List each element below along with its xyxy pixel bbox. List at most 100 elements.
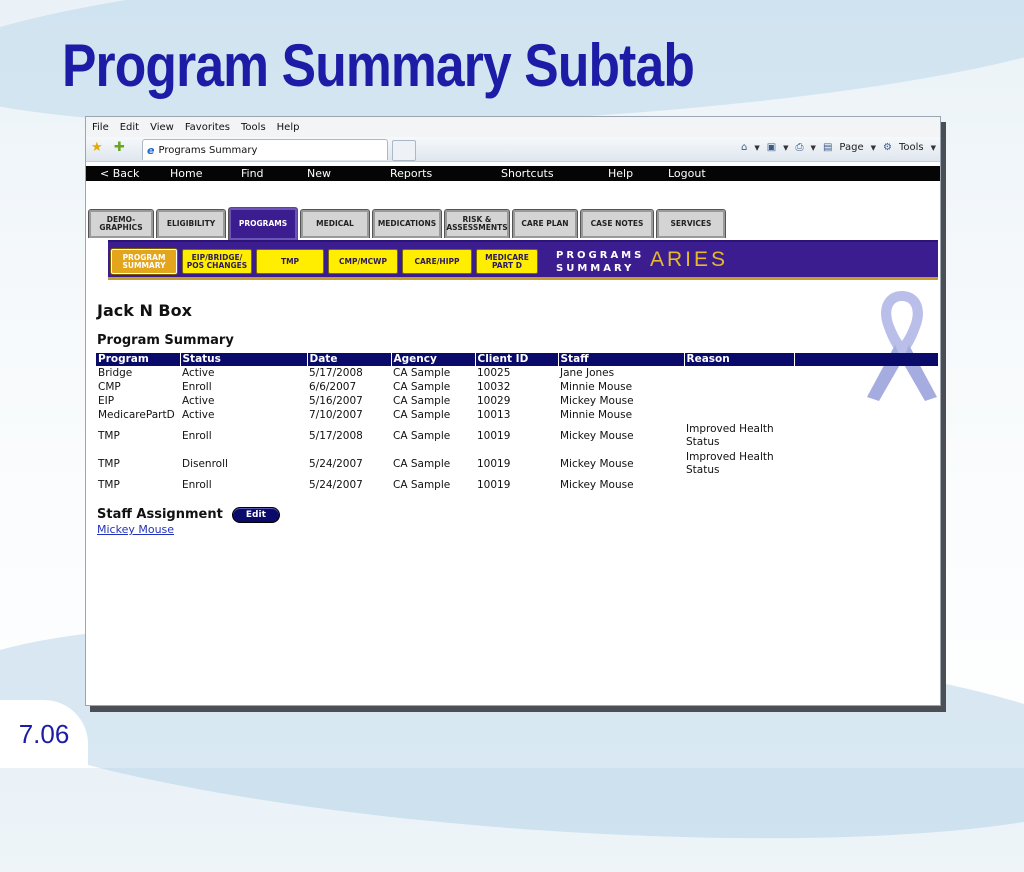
cell-date: 5/16/2007 <box>309 394 363 407</box>
cell-status: Active <box>182 366 215 379</box>
col-client-id: Client ID <box>475 353 559 366</box>
home-icon[interactable]: ⌂ <box>741 142 747 153</box>
tab-care-plan[interactable]: CARE PLAN <box>512 209 578 238</box>
cell-status: Enroll <box>182 429 212 442</box>
page-dropdown-icon[interactable]: ▼ <box>871 144 876 152</box>
subtab-eip-bridge-pos[interactable]: EIP/BRIDGE/POS CHANGES <box>182 249 252 274</box>
subtab-tmp[interactable]: TMP <box>256 249 324 274</box>
cell-program: EIP <box>98 394 115 407</box>
browser-tab-programs-summary[interactable]: e Programs Summary <box>142 139 388 160</box>
cell-reason <box>684 408 794 422</box>
tab-medications[interactable]: MEDICATIONS <box>372 209 442 238</box>
page-icon: ▤ <box>822 142 833 153</box>
cell-program: CMP <box>98 380 121 393</box>
tab-demographics[interactable]: DEMO- GRAPHICS <box>88 209 154 238</box>
cell-agency: CA Sample <box>393 408 451 421</box>
edit-staff-button[interactable]: Edit <box>231 506 280 523</box>
cell-date: 5/24/2007 <box>309 457 363 470</box>
cell-client-id: 10029 <box>477 394 511 407</box>
cell-date: 5/24/2007 <box>309 478 363 491</box>
cell-reason <box>684 394 794 408</box>
menu-favorites[interactable]: Favorites <box>185 122 230 133</box>
browser-tab-title: Programs Summary <box>158 144 258 156</box>
cell-program: TMP <box>98 429 120 442</box>
print-dropdown-icon[interactable]: ▼ <box>811 144 816 152</box>
ie-page-icon: e <box>147 143 155 157</box>
nav-reports[interactable]: Reports <box>390 167 432 180</box>
assigned-staff-link[interactable]: Mickey Mouse <box>97 523 174 536</box>
col-staff: Staff <box>558 353 685 366</box>
cell-status: Enroll <box>182 478 212 491</box>
feeds-icon[interactable]: ▣ <box>767 142 776 153</box>
cell-staff: Mickey Mouse <box>560 478 634 491</box>
tab-medical[interactable]: MEDICAL <box>300 209 370 238</box>
app-nav-bar: < Back Home Find New Reports Shortcuts H… <box>86 166 940 181</box>
cell-status: Disenroll <box>182 457 228 470</box>
menu-file[interactable]: File <box>92 122 109 133</box>
command-bar: ⌂ ▼ ▣ ▼ ⎙ ▼ ▤ Page ▼ ⚙ Tools ▼ <box>741 142 936 153</box>
cell-staff: Mickey Mouse <box>560 457 634 470</box>
tools-gear-icon: ⚙ <box>883 142 892 153</box>
nav-shortcuts[interactable]: Shortcuts <box>501 167 554 180</box>
cell-status: Active <box>182 408 215 421</box>
print-icon[interactable]: ⎙ <box>796 142 804 153</box>
cell-agency: CA Sample <box>393 478 451 491</box>
col-program: Program <box>96 353 181 366</box>
tools-dropdown-icon[interactable]: ▼ <box>931 144 936 152</box>
cell-status: Enroll <box>182 380 212 393</box>
cell-program: Bridge <box>98 366 133 379</box>
feeds-dropdown-icon[interactable]: ▼ <box>783 144 788 152</box>
table-row: TMP Enroll 5/24/2007 CA Sample 10019 Mic… <box>96 478 938 492</box>
browser-toolbar: ★ ✚ e Programs Summary ⌂ ▼ ▣ ▼ ⎙ ▼ ▤ Page ▼ … <box>86 137 940 162</box>
page-menu-button[interactable]: Page <box>839 142 863 153</box>
menu-view[interactable]: View <box>150 122 174 133</box>
add-favorite-icon[interactable]: ✚ <box>114 140 125 155</box>
nav-back[interactable]: < Back <box>100 167 139 180</box>
nav-home[interactable]: Home <box>170 167 202 180</box>
nav-new[interactable]: New <box>307 167 331 180</box>
cell-client-id: 10032 <box>477 380 511 393</box>
menu-edit[interactable]: Edit <box>120 122 139 133</box>
subtab-program-summary[interactable]: PROGRAM SUMMARY <box>111 249 177 274</box>
cell-client-id: 10019 <box>477 457 511 470</box>
cell-date: 5/17/2008 <box>309 366 363 379</box>
cell-program: TMP <box>98 478 120 491</box>
tab-programs[interactable]: PROGRAMS <box>228 207 298 240</box>
new-tab-button[interactable] <box>392 140 416 161</box>
tab-risk-assessments[interactable]: RISK & ASSESSMENTS <box>444 209 510 238</box>
col-agency: Agency <box>391 353 476 366</box>
table-header-row: Program Status Date Agency Client ID Sta… <box>96 353 938 366</box>
favorites-star-icon[interactable]: ★ <box>91 140 103 155</box>
cell-reason <box>684 380 794 394</box>
main-tab-bar: DEMO- GRAPHICS ELIGIBILITY PROGRAMS MEDIC… <box>86 207 938 240</box>
nav-logout[interactable]: Logout <box>668 167 706 180</box>
nav-help[interactable]: Help <box>608 167 633 180</box>
staff-assignment-title: Staff Assignment <box>97 507 223 522</box>
cell-client-id: 10019 <box>477 478 511 491</box>
col-reason: Reason <box>684 353 795 366</box>
cell-reason: Improved Health Status <box>686 451 774 476</box>
nav-find[interactable]: Find <box>241 167 264 180</box>
subtab-care-hipp[interactable]: CARE/HIPP <box>402 249 472 274</box>
sub-header-title: PROGRAMS SUMMARY <box>556 249 644 275</box>
tools-menu-button[interactable]: Tools <box>899 142 924 153</box>
menu-tools[interactable]: Tools <box>241 122 266 133</box>
subtab-cmp-mcwp[interactable]: CMP/MCWP <box>328 249 398 274</box>
table-row: EIP Active 5/16/2007 CA Sample 10029 Mic… <box>96 394 938 408</box>
subtab-medicare-part-d[interactable]: MEDICARE PART D <box>476 249 538 274</box>
tab-case-notes[interactable]: CASE NOTES <box>580 209 654 238</box>
menu-help[interactable]: Help <box>277 122 300 133</box>
cell-agency: CA Sample <box>393 394 451 407</box>
program-summary-title: Program Summary <box>97 333 234 348</box>
cell-extra <box>794 450 938 478</box>
tab-eligibility[interactable]: ELIGIBILITY <box>156 209 226 238</box>
client-name: Jack N Box <box>97 301 192 320</box>
home-dropdown-icon[interactable]: ▼ <box>754 144 759 152</box>
tab-services[interactable]: SERVICES <box>656 209 726 238</box>
sub-header-line2: SUMMARY <box>556 263 635 274</box>
cell-agency: CA Sample <box>393 366 451 379</box>
table-row: CMP Enroll 6/6/2007 CA Sample 10032 Minn… <box>96 380 938 394</box>
cell-reason: Improved Health Status <box>686 423 774 448</box>
cell-reason <box>684 478 794 492</box>
slide-title: Program Summary Subtab <box>62 32 695 99</box>
